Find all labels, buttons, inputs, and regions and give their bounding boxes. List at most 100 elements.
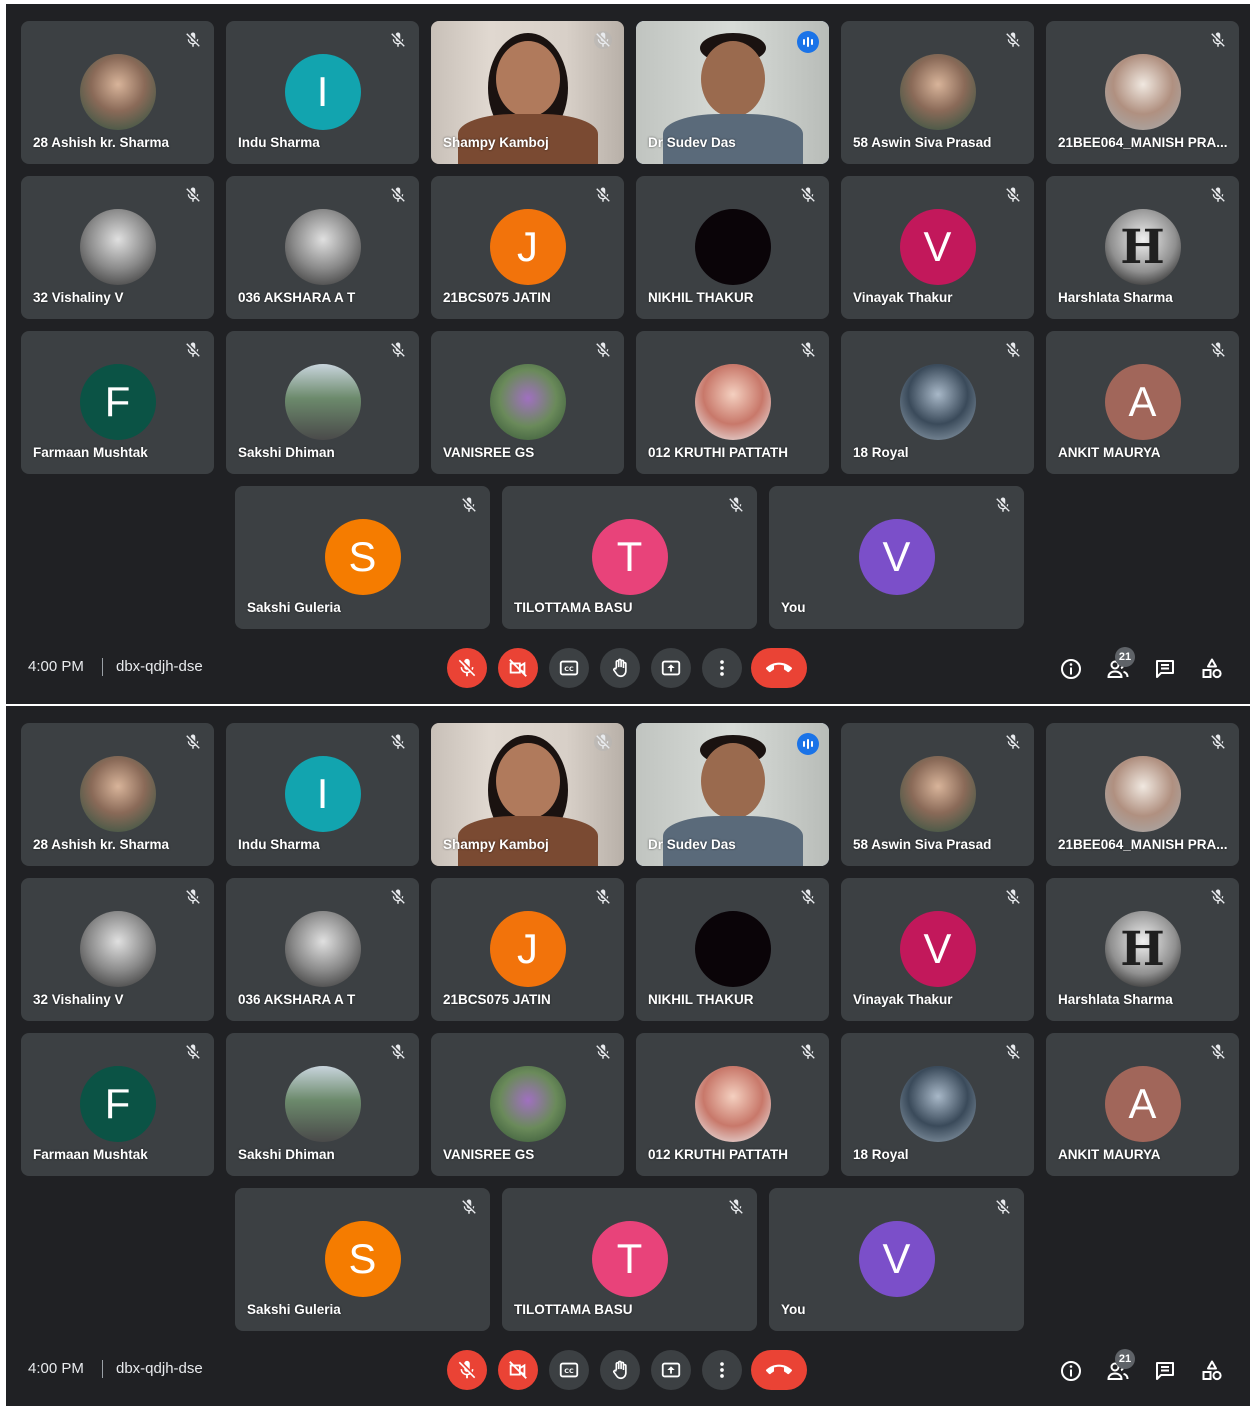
participant-tile[interactable]: S Sakshi Guleria — [235, 486, 490, 629]
participant-name: 58 Aswin Siva Prasad — [853, 135, 992, 150]
mic-toggle-button[interactable] — [447, 1350, 487, 1390]
participant-tile[interactable]: Sakshi Dhiman — [226, 331, 419, 474]
participant-avatar — [284, 911, 361, 987]
participant-name: You — [781, 1302, 806, 1317]
chat-button[interactable] — [1152, 656, 1178, 682]
participant-name: NIKHIL THAKUR — [648, 290, 754, 305]
camera-toggle-button[interactable] — [498, 1350, 538, 1390]
participant-name: 036 AKSHARA A T — [238, 290, 356, 305]
participant-tile[interactable]: A ANKIT MAURYA — [1046, 331, 1239, 474]
participant-tile[interactable]: 012 KRUTHI PATTATH — [636, 331, 829, 474]
participant-name: 21BEE064_MANISH PRA... — [1058, 837, 1228, 852]
participant-avatar: F — [79, 1066, 156, 1142]
participant-tile[interactable]: V You — [769, 486, 1024, 629]
participant-name: 18 Royal — [853, 1147, 909, 1162]
meet-screen-2: 28 Ashish kr. Sharma I Indu Sharma Shampy K… — [6, 706, 1250, 1406]
participant-tile[interactable]: S Sakshi Guleria — [235, 1188, 490, 1331]
more-options-button[interactable] — [702, 1350, 742, 1390]
participant-tile[interactable]: VANISREE GS — [431, 1033, 624, 1176]
participant-tile[interactable]: Dr Sudev Das — [636, 21, 829, 164]
participant-tile[interactable]: F Farmaan Mushtak — [21, 331, 214, 474]
chat-button[interactable] — [1152, 1358, 1178, 1384]
participant-tile[interactable]: VANISREE GS — [431, 331, 624, 474]
captions-button[interactable]: CC — [549, 648, 589, 688]
participant-tile[interactable]: I Indu Sharma — [226, 723, 419, 866]
raise-hand-button[interactable] — [600, 1350, 640, 1390]
participant-tile[interactable]: 28 Ashish kr. Sharma — [21, 723, 214, 866]
captions-icon: CC — [558, 657, 580, 679]
present-button[interactable] — [651, 1350, 691, 1390]
participant-avatar: V — [899, 209, 976, 285]
participant-name: 28 Ashish kr. Sharma — [33, 837, 170, 852]
muted-mic-icon — [594, 1043, 612, 1061]
people-button[interactable]: 21 — [1105, 1349, 1135, 1384]
participant-tile[interactable]: 58 Aswin Siva Prasad — [841, 723, 1034, 866]
participant-tile[interactable]: T TILOTTAMA BASU — [502, 1188, 757, 1331]
participant-avatar — [284, 364, 361, 440]
participant-tile[interactable]: 21BEE064_MANISH PRA... — [1046, 723, 1239, 866]
participant-tile[interactable]: 18 Royal — [841, 331, 1034, 474]
divider — [102, 658, 103, 676]
participant-tile[interactable]: 036 AKSHARA A T — [226, 878, 419, 1021]
participant-name: Sakshi Guleria — [247, 1302, 341, 1317]
participant-tile[interactable]: Shampy Kamboj — [431, 723, 624, 866]
bottom-control-bar: 4:00 PM dbx-qdjh-dse CC 21 — [6, 642, 1250, 694]
meeting-details-button[interactable] — [1058, 656, 1084, 682]
participant-tile[interactable]: I Indu Sharma — [226, 21, 419, 164]
leave-call-button[interactable] — [751, 1350, 807, 1390]
mic-toggle-button[interactable] — [447, 648, 487, 688]
participant-name: 21BCS075 JATIN — [443, 992, 551, 1007]
participant-tile[interactable]: 28 Ashish kr. Sharma — [21, 21, 214, 164]
meeting-details-button[interactable] — [1058, 1358, 1084, 1384]
participant-tile[interactable]: V You — [769, 1188, 1024, 1331]
camera-toggle-button[interactable] — [498, 648, 538, 688]
activities-button[interactable] — [1199, 1358, 1225, 1384]
leave-call-icon — [766, 1357, 792, 1383]
participant-tile[interactable]: J 21BCS075 JATIN — [431, 878, 624, 1021]
participant-tile[interactable]: NIKHIL THAKUR — [636, 878, 829, 1021]
muted-mic-icon — [727, 496, 745, 514]
participant-name: Sakshi Dhiman — [238, 1147, 335, 1162]
muted-mic-icon — [184, 888, 202, 906]
participant-tile[interactable]: F Farmaan Mushtak — [21, 1033, 214, 1176]
muted-mic-icon — [727, 1198, 745, 1216]
participant-tile[interactable]: 012 KRUTHI PATTATH — [636, 1033, 829, 1176]
participant-tile[interactable]: 58 Aswin Siva Prasad — [841, 21, 1034, 164]
raise-hand-button[interactable] — [600, 648, 640, 688]
participant-tile[interactable]: H Harshlata Sharma — [1046, 878, 1239, 1021]
speaking-indicator-icon — [797, 31, 819, 53]
participant-tile[interactable]: T TILOTTAMA BASU — [502, 486, 757, 629]
participant-tile[interactable]: Dr Sudev Das — [636, 723, 829, 866]
participant-avatar — [899, 54, 976, 130]
participant-name: You — [781, 600, 806, 615]
participant-tile[interactable]: J 21BCS075 JATIN — [431, 176, 624, 319]
participant-tile[interactable]: Sakshi Dhiman — [226, 1033, 419, 1176]
leave-call-button[interactable] — [751, 648, 807, 688]
participant-tile[interactable]: V Vinayak Thakur — [841, 878, 1034, 1021]
participant-tile[interactable]: H Harshlata Sharma — [1046, 176, 1239, 319]
participant-tile[interactable]: A ANKIT MAURYA — [1046, 1033, 1239, 1176]
participant-tile[interactable]: 21BEE064_MANISH PRA... — [1046, 21, 1239, 164]
participant-avatar — [79, 54, 156, 130]
participant-tile[interactable]: 036 AKSHARA A T — [226, 176, 419, 319]
activities-button[interactable] — [1199, 656, 1225, 682]
participant-tile[interactable]: 32 Vishaliny V — [21, 878, 214, 1021]
divider — [102, 1360, 103, 1378]
participant-tile[interactable]: V Vinayak Thakur — [841, 176, 1034, 319]
participant-tile[interactable]: 32 Vishaliny V — [21, 176, 214, 319]
participant-avatar — [694, 911, 771, 987]
participant-name: 21BEE064_MANISH PRA... — [1058, 135, 1228, 150]
people-button[interactable]: 21 — [1105, 647, 1135, 682]
participant-avatar — [79, 756, 156, 832]
participant-name: Dr Sudev Das — [648, 135, 736, 150]
participant-avatar: V — [899, 911, 976, 987]
participant-tile[interactable]: 18 Royal — [841, 1033, 1034, 1176]
participant-tile[interactable]: Shampy Kamboj — [431, 21, 624, 164]
participant-tile[interactable]: NIKHIL THAKUR — [636, 176, 829, 319]
present-button[interactable] — [651, 648, 691, 688]
captions-button[interactable]: CC — [549, 1350, 589, 1390]
info-icon — [1059, 657, 1083, 681]
muted-mic-icon — [1209, 186, 1227, 204]
muted-mic-icon — [994, 1198, 1012, 1216]
more-options-button[interactable] — [702, 648, 742, 688]
